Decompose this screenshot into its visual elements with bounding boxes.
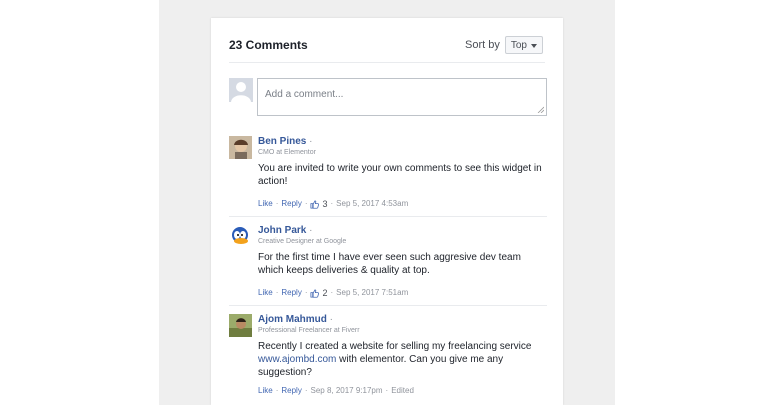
- sort-selected-value: Top: [510, 39, 527, 51]
- comment-count: 23 Comments: [229, 38, 308, 52]
- comment-body: Ben Pines · CMO at Elementor You are inv…: [258, 136, 547, 209]
- sort-dropdown[interactable]: Top: [504, 36, 543, 54]
- timestamp[interactable]: Sep 5, 2017 7:51am: [336, 288, 408, 298]
- timestamp[interactable]: Sep 5, 2017 4:53am: [336, 199, 408, 209]
- avatar[interactable]: [229, 314, 252, 337]
- author-role: Professional Freelancer at Fiverr: [258, 327, 360, 334]
- resize-grip-icon[interactable]: [537, 106, 544, 113]
- like-link[interactable]: Like: [258, 288, 273, 298]
- comment-item: Ben Pines · CMO at Elementor You are inv…: [229, 136, 547, 217]
- avatar[interactable]: [229, 136, 252, 159]
- comments-widget: 23 Comments Sort by Top Add a comment...: [211, 18, 563, 405]
- separator: ·: [309, 136, 313, 147]
- separator: ·: [304, 386, 308, 395]
- like-count: 2: [322, 288, 328, 298]
- comment-text-part: Recently I created a website for selling…: [258, 341, 532, 352]
- reply-link[interactable]: Reply: [281, 288, 301, 298]
- separator: ·: [304, 199, 308, 208]
- author-name[interactable]: Ajom Mahmud: [258, 314, 327, 325]
- separator: ·: [304, 288, 308, 297]
- comments-header: 23 Comments Sort by Top: [229, 32, 545, 63]
- separator: ·: [329, 314, 334, 325]
- thumbs-up-icon: [310, 288, 320, 298]
- comment-text: You are invited to write your own commen…: [258, 163, 542, 187]
- author-role: CMO at Elementor: [258, 149, 316, 156]
- thumbs-up-icon: [310, 199, 320, 209]
- comment-input-placeholder: Add a comment...: [265, 89, 344, 100]
- comment-body: Ajom Mahmud · Professional Freelancer at…: [258, 314, 547, 396]
- author-role: Creative Designer at Google: [258, 238, 347, 245]
- comment-item: Ajom Mahmud · Professional Freelancer at…: [229, 314, 547, 404]
- separator: ·: [309, 225, 313, 236]
- website-link[interactable]: www.ajombd.com: [258, 354, 336, 365]
- default-avatar-icon: [229, 78, 253, 102]
- sort-control: Sort by Top: [465, 36, 543, 54]
- edited-label: Edited: [391, 386, 414, 395]
- like-link[interactable]: Like: [258, 199, 273, 209]
- comment-body: John Park · Creative Designer at Google …: [258, 225, 547, 298]
- comment-composer: Add a comment...: [229, 78, 547, 120]
- comment-actions: Like · Reply · Sep 8, 2017 9:17pm · Edit…: [258, 386, 547, 396]
- timestamp[interactable]: Sep 8, 2017 9:17pm: [310, 386, 382, 396]
- like-link[interactable]: Like: [258, 386, 273, 396]
- separator: ·: [275, 199, 279, 208]
- comment-actions: Like · Reply · 3 · Sep 5, 2017 4:53am: [258, 199, 547, 209]
- comment-text: For the first time I have ever seen such…: [258, 252, 521, 276]
- sort-label: Sort by: [465, 39, 500, 51]
- avatar[interactable]: [229, 225, 252, 248]
- separator: ·: [275, 288, 279, 297]
- like-count: 3: [322, 199, 328, 209]
- comment-actions: Like · Reply · 2 · Sep 5, 2017 7:51am: [258, 288, 547, 298]
- separator: ·: [330, 288, 334, 297]
- separator: ·: [385, 386, 389, 395]
- comment-item: John Park · Creative Designer at Google …: [229, 225, 547, 306]
- separator: ·: [275, 386, 279, 395]
- reply-link[interactable]: Reply: [281, 386, 301, 396]
- caret-down-icon: [531, 43, 537, 48]
- comment-input[interactable]: Add a comment...: [257, 78, 547, 116]
- author-name[interactable]: John Park: [258, 225, 306, 236]
- comment-text: Recently I created a website for selling…: [258, 340, 547, 379]
- reply-link[interactable]: Reply: [281, 199, 301, 209]
- author-name[interactable]: Ben Pines: [258, 136, 306, 147]
- separator: ·: [330, 199, 334, 208]
